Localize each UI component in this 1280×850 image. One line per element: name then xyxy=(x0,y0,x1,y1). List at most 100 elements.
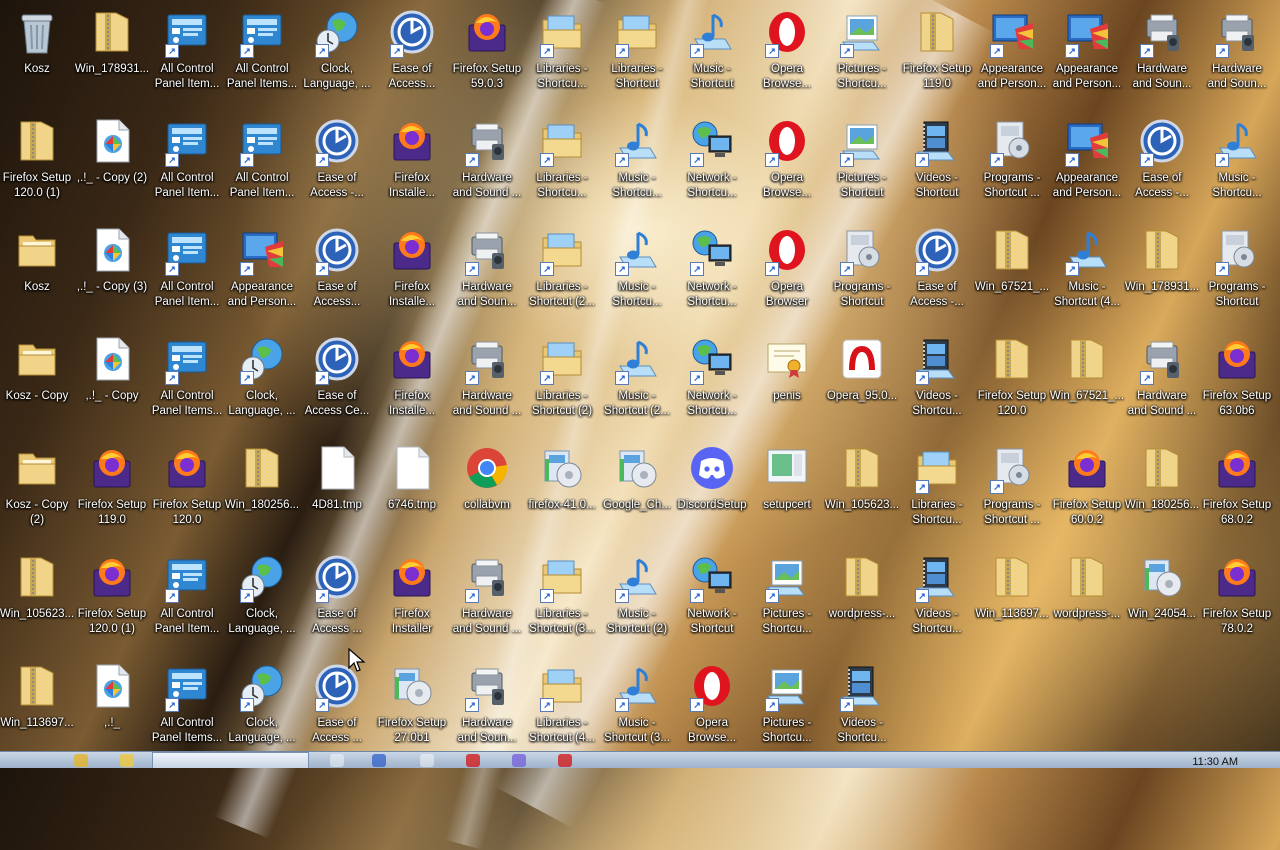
desktop-icon-win-180256[interactable]: Win_180256... xyxy=(225,438,299,544)
desktop-icon-libraries-shortcut[interactable]: ↗ Libraries - Shortcut xyxy=(600,2,674,108)
desktop-icon-copy-3[interactable]: ,.!_ - Copy (3) xyxy=(75,220,149,326)
desktop-icon-all-control-panel-item[interactable]: ↗ All Control Panel Item... xyxy=(150,220,224,326)
desktop-icon-ease-of-access-ce[interactable]: ↗ Ease of Access Ce... xyxy=(300,329,374,435)
desktop-icon-appearance-and-person[interactable]: ↗ Appearance and Person... xyxy=(1050,2,1124,108)
desktop-icon-clock-language[interactable]: ↗ Clock, Language, ... xyxy=(300,2,374,108)
desktop-icon-win-67521[interactable]: Win_67521_... xyxy=(1050,329,1124,435)
desktop-icon-wordpress[interactable]: wordpress-... xyxy=(1050,547,1124,653)
desktop-icon-appearance-and-person[interactable]: ↗ Appearance and Person... xyxy=(975,2,1049,108)
desktop-icon-opera-browser[interactable]: ↗ Opera Browser xyxy=(750,220,824,326)
desktop-icon-copy[interactable]: ,.!_ - Copy xyxy=(75,329,149,435)
desktop-icon-libraries-shortcu[interactable]: ↗ Libraries - Shortcu... xyxy=(900,438,974,544)
desktop-icon-clock-language[interactable]: ↗ Clock, Language, ... xyxy=(225,329,299,435)
desktop-icon-pictures-shortcu[interactable]: ↗ Pictures - Shortcu... xyxy=(825,2,899,108)
desktop-icon-music-shortcut-4[interactable]: ↗ Music - Shortcut (4... xyxy=(1050,220,1124,326)
desktop-icon-videos-shortcu[interactable]: ↗ Videos - Shortcu... xyxy=(825,656,899,762)
desktop-icon-hardware-and-sound[interactable]: ↗ Hardware and Sound ... xyxy=(450,111,524,217)
desktop-icon-libraries-shortcut-2[interactable]: ↗ Libraries - Shortcut (2... xyxy=(525,220,599,326)
desktop-icon-hardware-and-sound[interactable]: ↗ Hardware and Sound ... xyxy=(450,329,524,435)
desktop-icon-hardware-and-sound[interactable]: ↗ Hardware and Sound ... xyxy=(1125,329,1199,435)
desktop-icon-ease-of-access[interactable]: ↗ Ease of Access -... xyxy=(900,220,974,326)
desktop-icon-network-shortcu[interactable]: ↗ Network - Shortcu... xyxy=(675,220,749,326)
desktop-icon-network-shortcu[interactable]: ↗ Network - Shortcu... xyxy=(675,111,749,217)
desktop-icon-opera-95-0[interactable]: Opera_95.0... xyxy=(825,329,899,435)
taskbar-app-5[interactable] xyxy=(512,754,526,767)
desktop-icon-programs-shortcut[interactable]: ↗ Programs - Shortcut xyxy=(1200,220,1274,326)
desktop-icon-win-178931[interactable]: Win_178931... xyxy=(1125,220,1199,326)
desktop-icon-win-113697[interactable]: Win_113697... xyxy=(0,656,74,762)
desktop-icon-firefox-setup-59-0-3[interactable]: Firefox Setup 59.0.3 xyxy=(450,2,524,108)
desktop-icon-all-control-panel-item[interactable]: ↗ All Control Panel Item... xyxy=(150,2,224,108)
desktop-icon-hardware-and-soun[interactable]: ↗ Hardware and Soun... xyxy=(450,656,524,762)
desktop-icon-copy-2[interactable]: ,.!_ - Copy (2) xyxy=(75,111,149,217)
desktop-icon-hardware-and-soun[interactable]: ↗ Hardware and Soun... xyxy=(1200,2,1274,108)
desktop-icon-4d81-tmp[interactable]: 4D81.tmp xyxy=(300,438,374,544)
desktop-icon-network-shortcut[interactable]: ↗ Network - Shortcut xyxy=(675,547,749,653)
desktop-icon-libraries-shortcut-4[interactable]: ↗ Libraries - Shortcut (4... xyxy=(525,656,599,762)
desktop-icon-all-control-panel-item[interactable]: ↗ All Control Panel Item... xyxy=(150,547,224,653)
desktop-icon-music-shortcut-2[interactable]: ↗ Music - Shortcut (2) xyxy=(600,547,674,653)
desktop-icon-wordpress[interactable]: wordpress-... xyxy=(825,547,899,653)
desktop-icon-network-shortcu[interactable]: ↗ Network - Shortcu... xyxy=(675,329,749,435)
desktop-icon-pictures-shortcu[interactable]: ↗ Pictures - Shortcu... xyxy=(750,656,824,762)
desktop-icon-all-control-panel-items[interactable]: ↗ All Control Panel Items... xyxy=(150,329,224,435)
desktop-icon-appearance-and-person[interactable]: ↗ Appearance and Person... xyxy=(1050,111,1124,217)
desktop-icon-[interactable]: ,.!_ xyxy=(75,656,149,762)
desktop-icon-firefox-setup-120-0[interactable]: Firefox Setup 120.0 xyxy=(150,438,224,544)
desktop-icon-kosz[interactable]: Kosz xyxy=(0,2,74,108)
desktop-icon-ease-of-access[interactable]: ↗ Ease of Access... xyxy=(300,220,374,326)
desktop-icon-pictures-shortcut[interactable]: ↗ Pictures - Shortcut xyxy=(825,111,899,217)
explorer-taskbar-icon[interactable] xyxy=(120,754,134,767)
desktop-icon-music-shortcut-2[interactable]: ↗ Music - Shortcut (2... xyxy=(600,329,674,435)
desktop-icon-firefox-41-0[interactable]: firefox-41.0... xyxy=(525,438,599,544)
taskbar-app-1[interactable] xyxy=(330,754,344,767)
active-window-button[interactable] xyxy=(152,752,309,768)
desktop-icon-firefox-setup-119-0[interactable]: Firefox Setup 119.0 xyxy=(900,2,974,108)
desktop-icon-firefox-setup-120-0-1[interactable]: Firefox Setup 120.0 (1) xyxy=(0,111,74,217)
desktop-icon-win-113697[interactable]: Win_113697... xyxy=(975,547,1049,653)
desktop-icon-opera-browse[interactable]: ↗ Opera Browse... xyxy=(750,111,824,217)
desktop-icon-collabvm[interactable]: collabvm xyxy=(450,438,524,544)
desktop-icon-ease-of-access[interactable]: ↗ Ease of Access -... xyxy=(1125,111,1199,217)
taskbar-opera-icon[interactable] xyxy=(466,754,480,767)
desktop-icon-hardware-and-soun[interactable]: ↗ Hardware and Soun... xyxy=(1125,2,1199,108)
desktop-icon-firefox-setup-78-0-2[interactable]: Firefox Setup 78.0.2 xyxy=(1200,547,1274,653)
desktop-icon-6746-tmp[interactable]: 6746.tmp xyxy=(375,438,449,544)
desktop-icon-ease-of-access[interactable]: ↗ Ease of Access... xyxy=(375,2,449,108)
desktop-icon-firefox-installe[interactable]: Firefox Installe... xyxy=(375,329,449,435)
desktop-icon-opera-browse[interactable]: ↗ Opera Browse... xyxy=(750,2,824,108)
desktop-icon-kosz-copy[interactable]: Kosz - Copy xyxy=(0,329,74,435)
desktop-icon-discordsetup[interactable]: DiscordSetup xyxy=(675,438,749,544)
desktop-icon-libraries-shortcu[interactable]: ↗ Libraries - Shortcu... xyxy=(525,111,599,217)
taskbar-app-2[interactable] xyxy=(372,754,386,767)
desktop-icon-firefox-setup-119-0[interactable]: Firefox Setup 119.0 xyxy=(75,438,149,544)
desktop-icon-music-shortcut[interactable]: ↗ Music - Shortcut xyxy=(675,2,749,108)
desktop-icon-win-178931[interactable]: Win_178931... xyxy=(75,2,149,108)
desktop-icon-win-24054[interactable]: Win_24054... xyxy=(1125,547,1199,653)
desktop-icon-libraries-shortcut-3[interactable]: ↗ Libraries - Shortcut (3... xyxy=(525,547,599,653)
desktop-icon-videos-shortcu[interactable]: ↗ Videos - Shortcu... xyxy=(900,329,974,435)
desktop-icon-programs-shortcut[interactable]: ↗ Programs - Shortcut xyxy=(825,220,899,326)
desktop-icon-videos-shortcu[interactable]: ↗ Videos - Shortcu... xyxy=(900,547,974,653)
desktop-icon-firefox-setup-60-0-2[interactable]: Firefox Setup 60.0.2 xyxy=(1050,438,1124,544)
desktop-icon-firefox-installe[interactable]: Firefox Installe... xyxy=(375,111,449,217)
desktop-icon-google-ch[interactable]: Google_Ch... xyxy=(600,438,674,544)
desktop-icon-all-control-panel-items[interactable]: ↗ All Control Panel Items... xyxy=(150,656,224,762)
desktop-icon-firefox-installe[interactable]: Firefox Installe... xyxy=(375,220,449,326)
desktop-icon-firefox-setup-63-0b6[interactable]: Firefox Setup 63.0b6 xyxy=(1200,329,1274,435)
taskbar-app-6[interactable] xyxy=(558,754,572,767)
desktop-icon-libraries-shortcut-2[interactable]: ↗ Libraries - Shortcut (2) xyxy=(525,329,599,435)
desktop-icon-win-105623[interactable]: Win_105623... xyxy=(0,547,74,653)
desktop-icon-videos-shortcut[interactable]: ↗ Videos - Shortcut xyxy=(900,111,974,217)
desktop-icon-music-shortcut-3[interactable]: ↗ Music - Shortcut (3... xyxy=(600,656,674,762)
desktop-icon-all-control-panel-items[interactable]: ↗ All Control Panel Items... xyxy=(225,2,299,108)
desktop-icon-ease-of-access[interactable]: ↗ Ease of Access -... xyxy=(300,111,374,217)
desktop-icon-win-180256[interactable]: Win_180256... xyxy=(1125,438,1199,544)
desktop-icon-win-67521[interactable]: Win_67521_... xyxy=(975,220,1049,326)
desktop-icon-all-control-panel-item[interactable]: ↗ All Control Panel Item... xyxy=(225,111,299,217)
desktop-icon-penis[interactable]: penis xyxy=(750,329,824,435)
desktop-icon-win-105623[interactable]: Win_105623... xyxy=(825,438,899,544)
desktop-icon-firefox-installer[interactable]: Firefox Installer xyxy=(375,547,449,653)
desktop-icon-all-control-panel-item[interactable]: ↗ All Control Panel Item... xyxy=(150,111,224,217)
desktop-icon-firefox-setup-68-0-2[interactable]: Firefox Setup 68.0.2 xyxy=(1200,438,1274,544)
